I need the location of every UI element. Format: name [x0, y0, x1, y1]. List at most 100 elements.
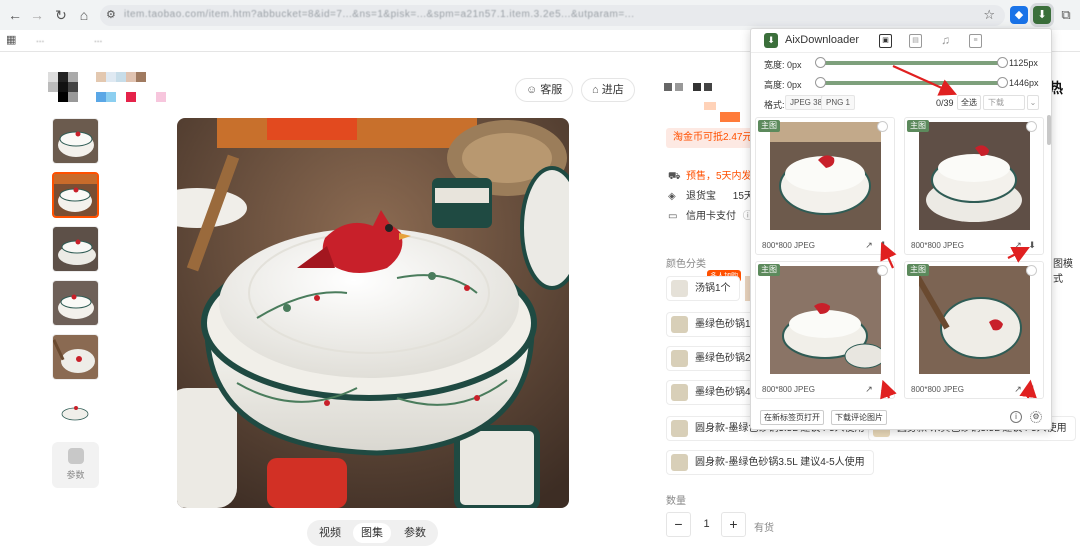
bookmark-item[interactable]: ... — [94, 34, 102, 45]
param-label: 参数 — [66, 470, 85, 480]
height-min-handle[interactable] — [815, 77, 826, 88]
video-mode-icon[interactable]: ▤ — [909, 34, 922, 48]
height-max-handle[interactable] — [997, 77, 1008, 88]
coin-discount-banner: 淘金币可抵2.47元 — [666, 128, 756, 148]
view-mode-toggle[interactable]: 图模式 — [1053, 255, 1080, 285]
image-meta: 800*800 JPEG — [762, 241, 815, 250]
qty-minus-button[interactable]: − — [666, 512, 691, 537]
download-logo-icon: ⬇ — [764, 33, 778, 48]
thumbnail-1[interactable] — [52, 118, 99, 164]
apps-grid-icon[interactable]: ▦ — [6, 33, 16, 46]
download-icon[interactable]: ⬇ — [878, 240, 888, 250]
bookmark-item[interactable]: ... — [36, 34, 44, 45]
shield-icon: ◈ — [668, 191, 676, 202]
select-checkbox[interactable] — [877, 121, 888, 132]
image-card[interactable]: 主图 800*800 JPEG ↗ ⬇ — [904, 117, 1044, 255]
image-card[interactable]: 主图 800*800 JPEG ↗ ⬇ — [755, 117, 895, 255]
tab-params[interactable]: 参数 — [396, 523, 434, 543]
qty-plus-button[interactable]: + — [721, 512, 746, 537]
width-slider[interactable] — [815, 57, 1008, 68]
download-icon[interactable]: ⬇ — [878, 384, 888, 394]
music-mode-icon[interactable]: ♫ — [939, 34, 952, 48]
back-icon[interactable]: ← — [6, 6, 24, 24]
browser-toolbar: ← → ↻ ⌂ ⚙ item.taobao.com/item.htm?abbuc… — [0, 0, 1080, 30]
select-checkbox[interactable] — [1026, 265, 1037, 276]
thumbnail-4[interactable] — [52, 280, 99, 326]
download-select[interactable]: 下载 — [983, 95, 1025, 110]
width-min-handle[interactable] — [815, 57, 826, 68]
thumbnail-5[interactable] — [52, 334, 99, 380]
selected-count: 0/39 — [936, 98, 954, 108]
image-preview[interactable] — [919, 266, 1030, 374]
color-label: 颜色分类 — [666, 259, 706, 270]
image-preview[interactable] — [919, 122, 1030, 230]
sku-option-1[interactable]: 汤锅1个 — [666, 276, 740, 301]
download-icon[interactable]: ⬇ — [1027, 384, 1037, 394]
presale-text: 预售，5天内发 — [686, 171, 752, 182]
thumbnail-2-selected[interactable] — [52, 172, 99, 218]
home-icon[interactable]: ⌂ — [75, 6, 93, 24]
image-mode-icon[interactable]: ▣ — [879, 34, 892, 48]
info-circle-icon[interactable]: i — [1010, 411, 1022, 423]
gallery-scrollbar[interactable] — [1047, 115, 1051, 145]
quantity-label: 数量 — [666, 496, 686, 507]
download-icon[interactable]: ⬇ — [1027, 240, 1037, 250]
document-mode-icon[interactable]: ≡ — [969, 34, 982, 48]
main-product-image[interactable] — [177, 118, 569, 508]
param-button[interactable]: 参数 — [52, 442, 99, 488]
forward-icon[interactable]: → — [28, 6, 46, 24]
height-max-value: 1446px — [1009, 78, 1039, 88]
thumbnail-list: 参数 — [52, 118, 100, 488]
sku-option-7[interactable]: 圆身款-墨绿色砂锅3.5L 建议4-5人使用 — [666, 450, 874, 475]
site-info-icon[interactable]: ⚙ — [106, 8, 116, 21]
open-external-icon[interactable]: ↗ — [1013, 240, 1023, 250]
image-card[interactable]: 主图 800*800 JPEG ↗ ⬇ — [755, 261, 895, 399]
width-max-value: 1125px — [1009, 58, 1038, 68]
enter-shop-button[interactable]: ⌂ 进店 — [581, 78, 635, 102]
download-reviews-button[interactable]: 下载评论图片 — [831, 410, 887, 425]
bookmark-star-icon[interactable]: ☆ — [983, 7, 995, 23]
thumbnail-3[interactable] — [52, 226, 99, 272]
format-label: 格式: — [764, 100, 785, 110]
open-external-icon[interactable]: ↗ — [864, 240, 874, 250]
app-name: AixDownloader — [785, 34, 859, 46]
shop-logo[interactable] — [46, 72, 166, 102]
sku-option-3[interactable]: 墨绿色砂锅2. — [666, 346, 763, 371]
card-icon: ▭ — [668, 211, 678, 222]
width-max-handle[interactable] — [997, 57, 1008, 68]
sku-option-2[interactable]: 墨绿色砂锅1. — [666, 312, 763, 337]
image-preview[interactable] — [770, 266, 881, 374]
open-in-new-tab-button[interactable]: 在新标签页打开 — [760, 410, 824, 425]
select-all-button[interactable]: 全选 — [957, 95, 981, 110]
extension-blue-icon[interactable]: ◆ — [1010, 6, 1028, 24]
open-external-icon[interactable]: ↗ — [864, 384, 874, 394]
tab-gallery[interactable]: 图集 — [353, 523, 391, 543]
extensions-puzzle-icon[interactable]: ⧉ — [1057, 6, 1075, 24]
thumbnail-6[interactable] — [52, 388, 99, 434]
height-slider[interactable] — [815, 77, 1008, 88]
chevron-down-icon[interactable]: ⌄ — [1027, 95, 1039, 110]
credit-row: ▭ 信用卡支付 ⓘ — [668, 207, 753, 222]
open-external-icon[interactable]: ↗ — [1013, 384, 1023, 394]
address-bar[interactable]: ⚙ item.taobao.com/item.htm?abbucket=8&id… — [100, 5, 1005, 26]
select-checkbox[interactable] — [1026, 121, 1037, 132]
param-icon — [67, 448, 84, 464]
qty-value[interactable]: 1 — [694, 512, 719, 537]
settings-gear-icon[interactable]: ⚙ — [1030, 411, 1042, 423]
tab-video[interactable]: 视频 — [311, 523, 349, 543]
aixdownloader-extension-icon[interactable]: ⬇ — [1033, 6, 1051, 24]
main-image-tag: 主图 — [758, 120, 780, 132]
image-card[interactable]: 主图 800*800 JPEG ↗ ⬇ — [904, 261, 1044, 399]
sku-option-4[interactable]: 墨绿色砂锅4 — [666, 380, 760, 405]
height-label: 高度: 0px — [764, 80, 802, 90]
image-meta: 800*800 JPEG — [762, 385, 815, 394]
customer-service-button[interactable]: ☺ 客服 — [515, 78, 574, 102]
image-gallery: 主图 800*800 JPEG ↗ ⬇ 主图 800*800 JPEG ↗ ⬇ … — [755, 117, 1045, 403]
url-text[interactable]: item.taobao.com/item.htm?abbucket=8&id=7… — [124, 9, 974, 20]
format-png-chip[interactable]: PNG 1 — [821, 95, 856, 110]
image-preview[interactable] — [770, 122, 881, 230]
reload-icon[interactable]: ↻ — [52, 6, 70, 24]
width-label: 宽度: 0px — [764, 60, 802, 70]
customer-service-label: 客服 — [540, 84, 563, 96]
select-checkbox[interactable] — [877, 265, 888, 276]
